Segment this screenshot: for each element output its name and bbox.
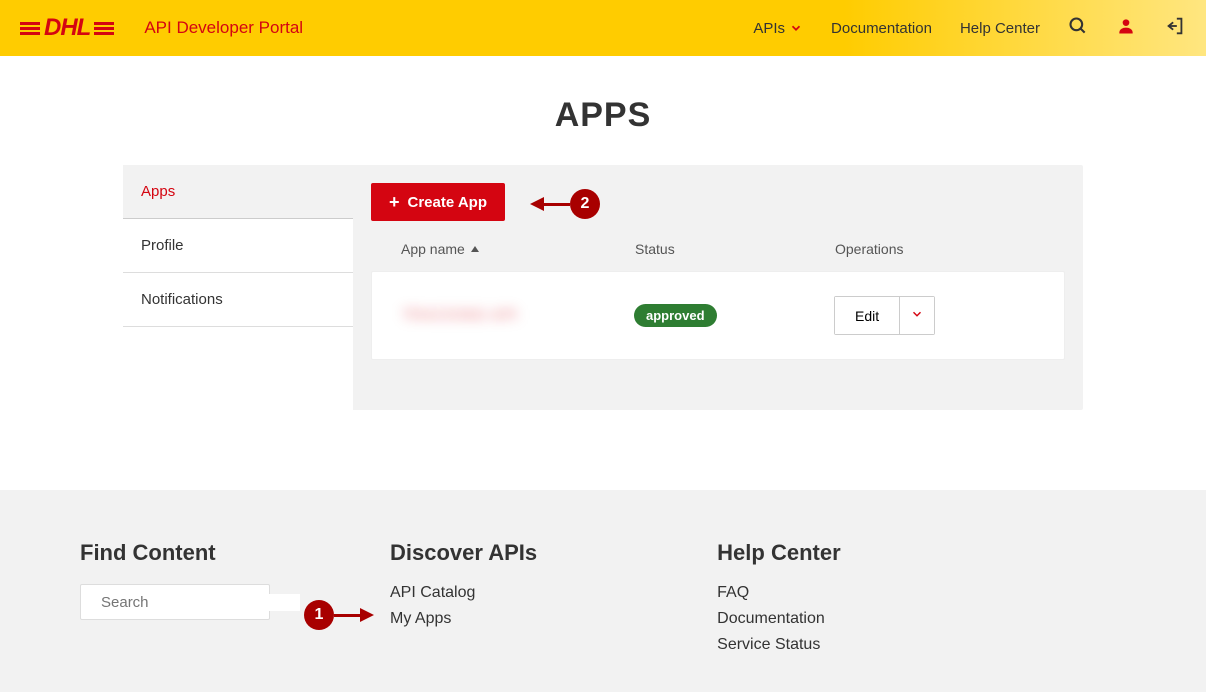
sidebar: Apps Profile Notifications (123, 165, 353, 410)
annotation-step-2: 2 (530, 189, 600, 219)
footer-search[interactable] (80, 584, 270, 620)
status-cell: approved (634, 304, 834, 327)
footer-find-content-title: Find Content (80, 540, 270, 566)
footer: Find Content Discover APIs API Catalog M… (0, 490, 1206, 692)
app-name-cell[interactable]: TRACKING API (402, 307, 634, 325)
page-title: APPS (0, 96, 1206, 135)
header: DHL API Developer Portal APIs Documentat… (0, 0, 1206, 56)
edit-button[interactable]: Edit (835, 297, 899, 334)
status-badge: approved (634, 304, 717, 327)
footer-help: Help Center FAQ Documentation Service St… (717, 540, 840, 662)
arrow-right-icon (360, 608, 374, 622)
portal-title[interactable]: API Developer Portal (144, 18, 303, 38)
main-panel: Apps Profile Notifications + Create App … (123, 165, 1083, 410)
column-app-name-label: App name (401, 241, 465, 257)
nav-apis-label: APIs (753, 20, 785, 37)
table-header: App name Status Operations (371, 221, 1065, 271)
footer-link-service-status[interactable]: Service Status (717, 636, 840, 654)
create-app-button[interactable]: + Create App (371, 183, 505, 221)
footer-link-documentation[interactable]: Documentation (717, 610, 840, 628)
column-status: Status (635, 241, 835, 257)
column-operations: Operations (835, 241, 1035, 257)
footer-link-faq[interactable]: FAQ (717, 584, 840, 602)
nav-apis[interactable]: APIs (753, 20, 803, 37)
chevron-down-icon (910, 307, 924, 321)
nav-help-center[interactable]: Help Center (960, 20, 1040, 37)
footer-link-my-apps[interactable]: My Apps (390, 610, 537, 628)
sidebar-item-apps[interactable]: Apps (123, 165, 353, 219)
plus-icon: + (389, 193, 400, 211)
footer-discover-title: Discover APIs (390, 540, 537, 566)
annotation-line (334, 614, 360, 617)
user-icon[interactable] (1116, 16, 1136, 41)
footer-find-content: Find Content (80, 540, 270, 662)
sidebar-item-notifications[interactable]: Notifications (123, 273, 353, 327)
logo-text: DHL (44, 14, 90, 42)
sort-asc-icon (470, 244, 480, 254)
footer-search-input[interactable] (101, 594, 300, 611)
annotation-badge-1: 1 (304, 600, 334, 630)
nav-documentation[interactable]: Documentation (831, 20, 932, 37)
edit-dropdown-button[interactable] (899, 297, 934, 334)
footer-help-title: Help Center (717, 540, 840, 566)
footer-discover: Discover APIs API Catalog My Apps 1 (390, 540, 537, 662)
search-icon[interactable] (1068, 16, 1088, 41)
operations-cell: Edit (834, 296, 1034, 335)
annotation-step-1: 1 (304, 600, 374, 630)
logo-lines-right (94, 22, 114, 35)
nav-right: APIs Documentation Help Center (753, 15, 1186, 42)
create-app-label: Create App (408, 194, 487, 211)
edit-split-button: Edit (834, 296, 935, 335)
content-area: + Create App App name Status Operations … (353, 165, 1083, 410)
annotation-badge-2: 2 (570, 189, 600, 219)
sidebar-item-profile[interactable]: Profile (123, 219, 353, 273)
column-app-name[interactable]: App name (401, 241, 635, 257)
arrow-left-icon (530, 197, 544, 211)
logout-icon[interactable] (1164, 15, 1186, 42)
annotation-line (544, 203, 570, 206)
footer-link-api-catalog[interactable]: API Catalog (390, 584, 537, 602)
logo-lines-left (20, 22, 40, 35)
dhl-logo[interactable]: DHL (20, 14, 114, 42)
chevron-down-icon (789, 21, 803, 35)
table-row: TRACKING API approved Edit (371, 271, 1065, 360)
